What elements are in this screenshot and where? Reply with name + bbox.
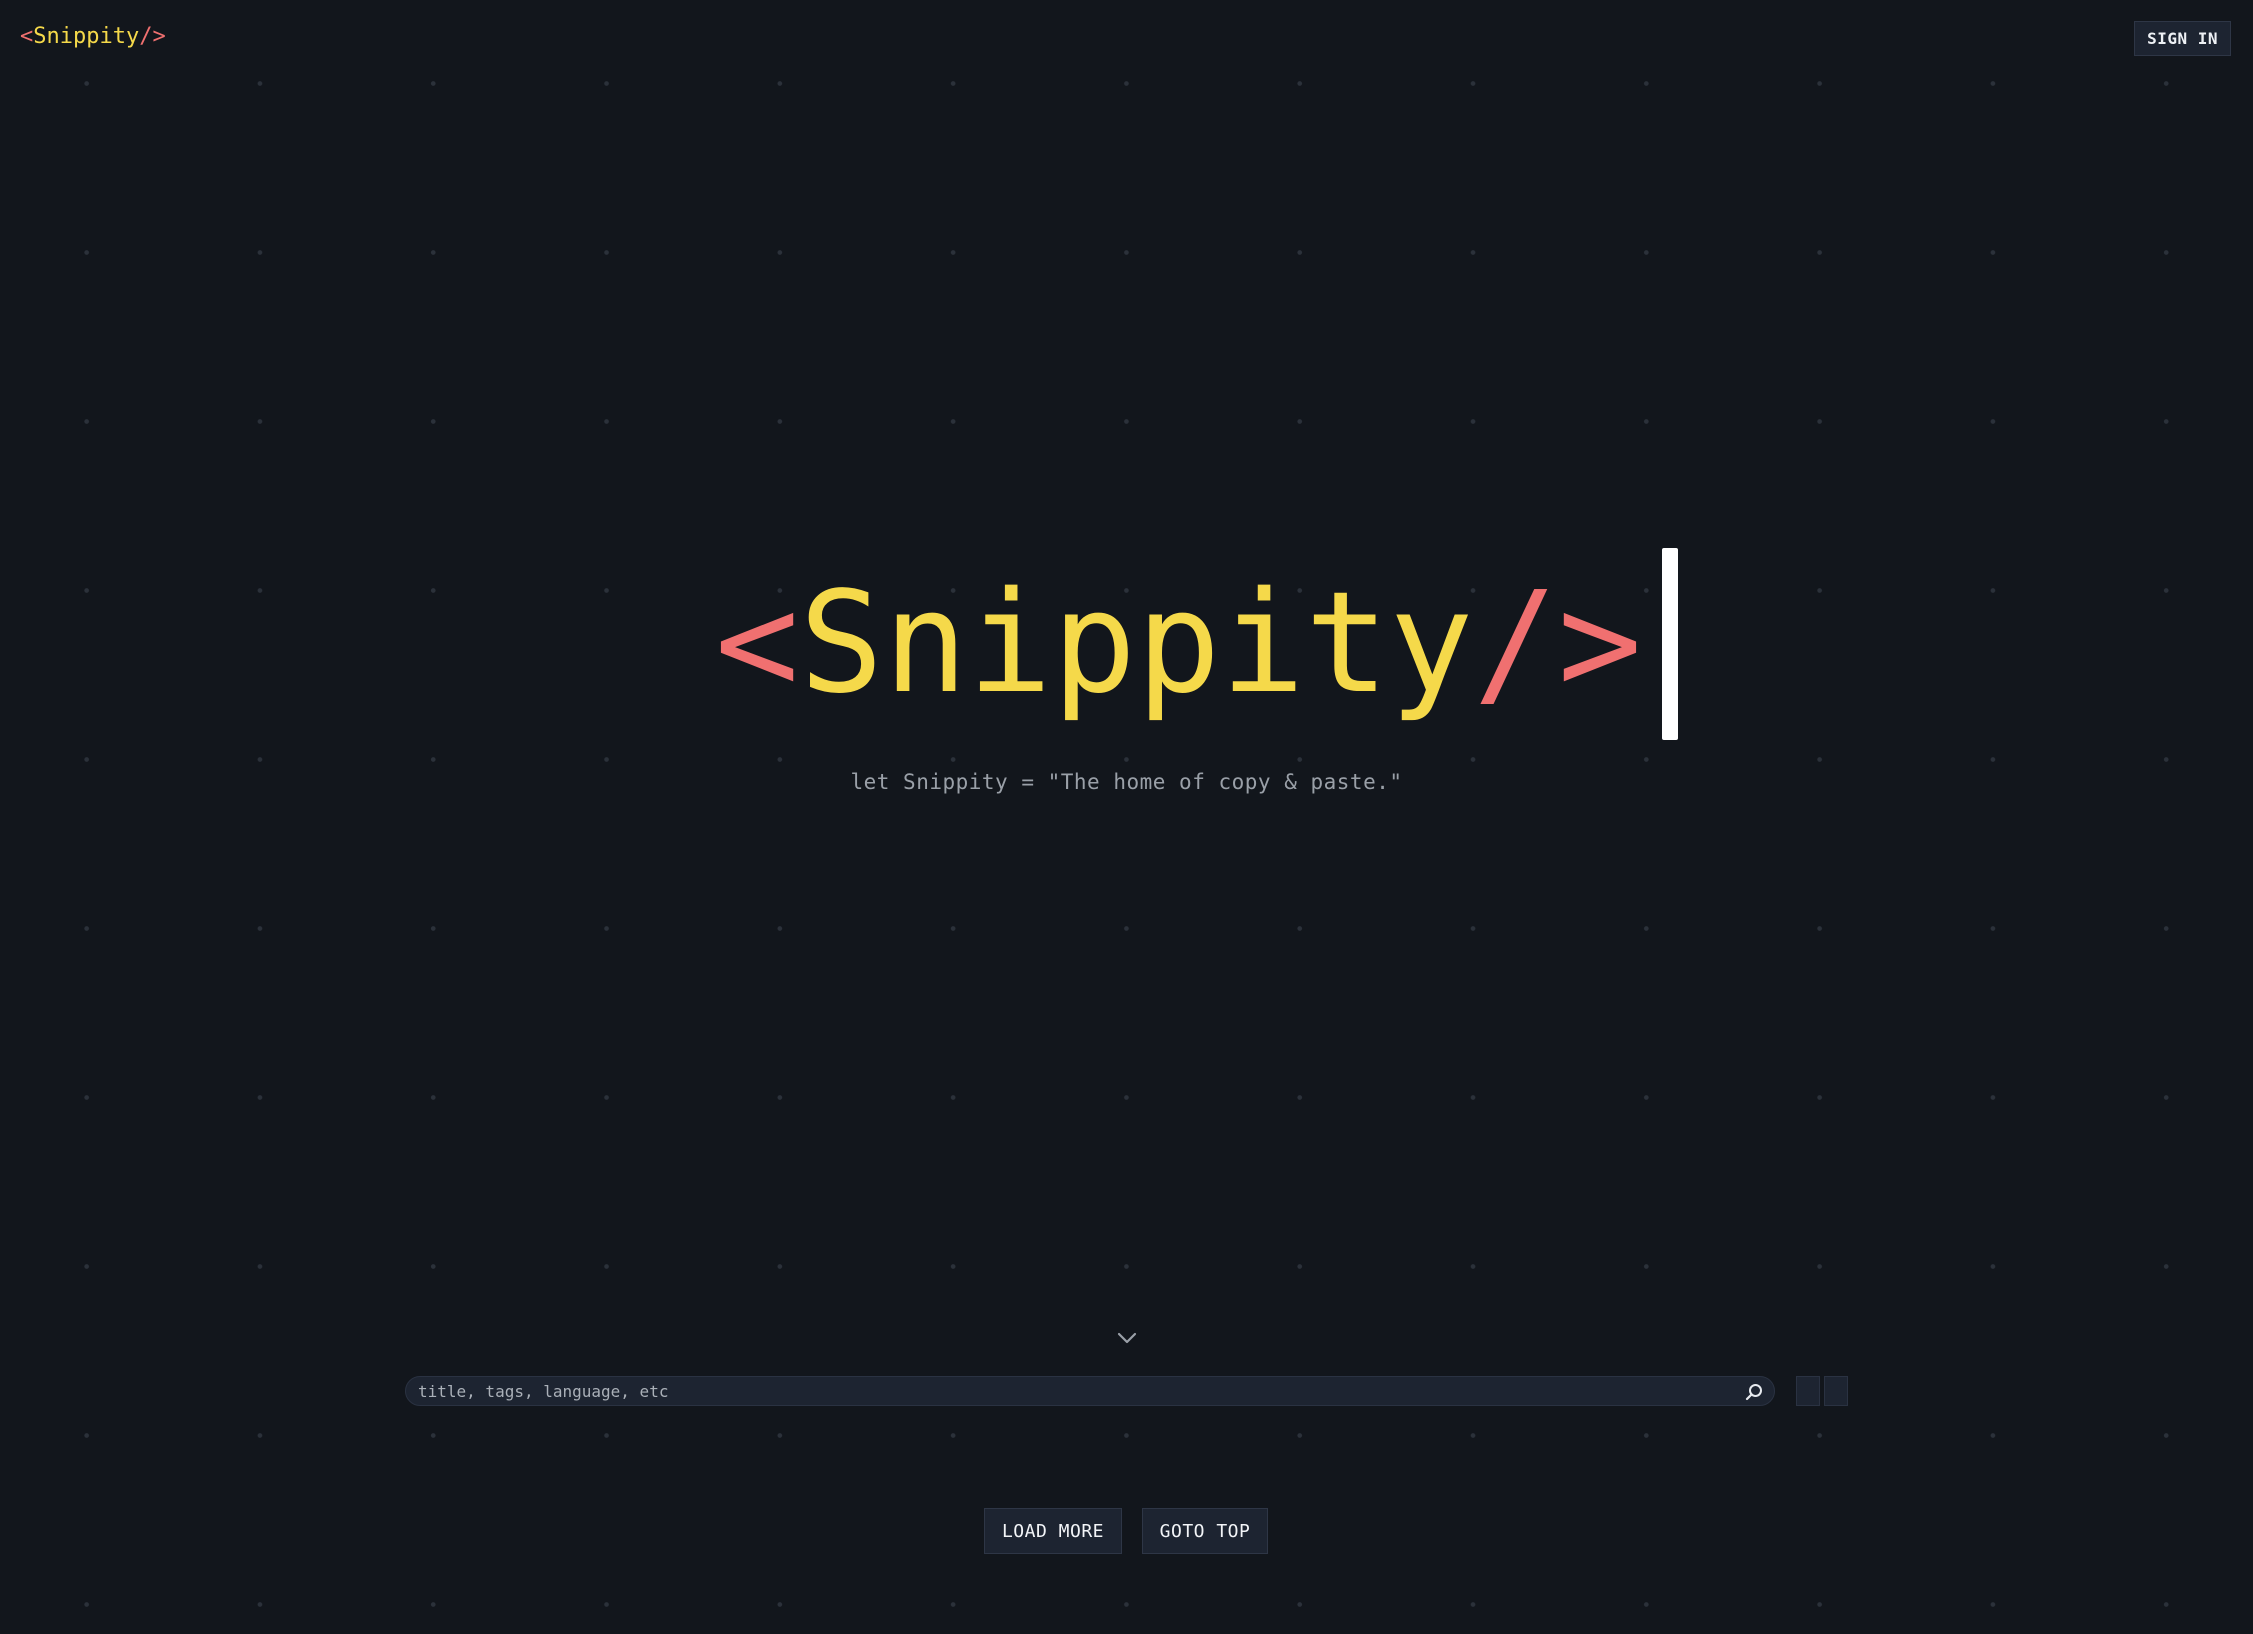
- tagline: let Snippity = "The home of copy & paste…: [850, 770, 1403, 794]
- hero-open-bracket: <: [714, 562, 800, 725]
- page: <Snippity/> SIGN IN < Snippity / > let Snip…: [0, 0, 2253, 1634]
- logo-name: Snippity: [33, 24, 140, 49]
- hero-close-bracket: >: [1557, 562, 1643, 725]
- load-more-button[interactable]: LOAD MORE: [984, 1508, 1122, 1554]
- hero: < Snippity / >: [0, 548, 2253, 758]
- search-bar: [405, 1376, 1775, 1406]
- logo-open-bracket: <: [20, 24, 34, 49]
- hero-slash: /: [1473, 562, 1558, 725]
- header-logo[interactable]: <Snippity/>: [20, 22, 166, 52]
- view-toggle-list-button[interactable]: [1824, 1376, 1848, 1406]
- hero-title: < Snippity / >: [714, 548, 1679, 740]
- search-icon[interactable]: [1744, 1382, 1764, 1402]
- goto-top-button[interactable]: GOTO TOP: [1142, 1508, 1268, 1554]
- logo-close-bracket: />: [139, 24, 166, 49]
- view-toggle-grid-button[interactable]: [1796, 1376, 1820, 1406]
- sign-in-button[interactable]: SIGN IN: [2134, 21, 2231, 56]
- hero-name: Snippity: [799, 562, 1474, 725]
- search-input[interactable]: [418, 1377, 1728, 1405]
- chevron-down-icon[interactable]: [1115, 1326, 1139, 1350]
- typing-cursor: [1662, 548, 1679, 740]
